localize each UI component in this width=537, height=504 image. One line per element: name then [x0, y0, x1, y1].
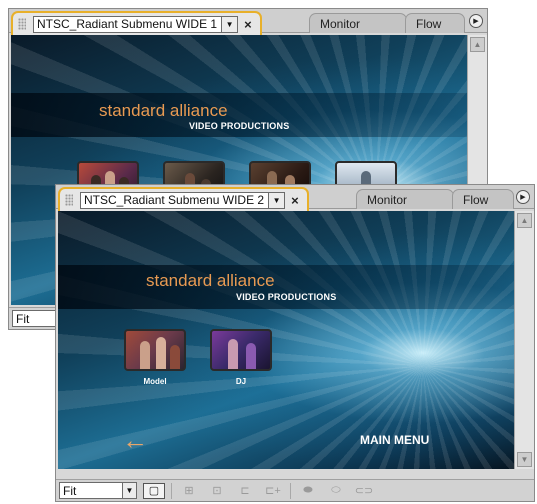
viewer-toolbar: Fit ▼ ▢ ⊞ ⊡ ⊏ ⊏+ ⬬ ⬭ ⊂⊃ — [56, 479, 534, 501]
vertical-scrollbar[interactable]: ▲ ▼ — [514, 211, 534, 469]
add-button-icon[interactable]: ⊏+ — [262, 483, 284, 499]
back-arrow-icon[interactable]: ← — [122, 425, 148, 456]
close-icon[interactable]: × — [291, 193, 299, 208]
tab-flow[interactable]: Flow — [405, 13, 465, 33]
scroll-up-icon[interactable]: ▲ — [470, 37, 485, 52]
scroll-down-icon[interactable]: ▼ — [517, 452, 532, 467]
show-layers-icon[interactable]: ⊡ — [206, 483, 228, 499]
button-routing-icon[interactable]: ⊏ — [234, 483, 256, 499]
brand-title: standard alliance — [146, 271, 275, 290]
tab-menu-wide-2[interactable]: NTSC_Radiant Submenu WIDE 2 ▼ × — [58, 187, 309, 211]
subpicture-normal-icon[interactable]: ⬬ — [297, 483, 319, 499]
tab-bar: NTSC_Radiant Submenu WIDE 1 ▼ × Monitor … — [9, 9, 487, 35]
menu-selector-value: NTSC_Radiant Submenu WIDE 1 — [37, 17, 218, 31]
menu-button-model[interactable] — [124, 329, 186, 371]
zoom-dropdown[interactable]: Fit ▼ — [59, 482, 137, 499]
zoom-value: Fit — [63, 483, 77, 498]
drag-grip-icon[interactable] — [18, 18, 26, 30]
tab-monitor[interactable]: Monitor — [356, 189, 454, 209]
menu-button-dj[interactable] — [210, 329, 272, 371]
subpicture-activated-icon[interactable]: ⊂⊃ — [353, 483, 375, 499]
panel-menu-icon[interactable]: ▶ — [516, 190, 530, 204]
brand-subtitle: VIDEO PRODUCTIONS — [236, 292, 337, 302]
drag-grip-icon[interactable] — [65, 194, 73, 206]
menu-button-label: Model — [143, 377, 167, 386]
menu-selector-value: NTSC_Radiant Submenu WIDE 2 — [84, 193, 265, 207]
menu-selector[interactable]: NTSC_Radiant Submenu WIDE 1 ▼ — [33, 15, 239, 33]
title-band — [58, 265, 514, 309]
brand-subtitle: VIDEO PRODUCTIONS — [189, 121, 290, 131]
tab-bar: NTSC_Radiant Submenu WIDE 2 ▼ × Monitor … — [56, 185, 534, 211]
brand-title: standard alliance — [99, 101, 228, 120]
menu-preview: standard alliance VIDEO PRODUCTIONS Mode… — [58, 211, 514, 469]
tab-monitor[interactable]: Monitor — [309, 13, 407, 33]
composition-panel-front: NTSC_Radiant Submenu WIDE 2 ▼ × Monitor … — [55, 184, 535, 502]
safe-area-toggle-icon[interactable]: ▢ — [143, 482, 165, 499]
chevron-down-icon[interactable]: ▼ — [221, 16, 238, 32]
menu-selector[interactable]: NTSC_Radiant Submenu WIDE 2 ▼ — [80, 191, 286, 209]
chevron-down-icon[interactable]: ▼ — [268, 192, 285, 208]
tab-menu-wide-1[interactable]: NTSC_Radiant Submenu WIDE 1 ▼ × — [11, 11, 262, 35]
subpicture-selected-icon[interactable]: ⬭ — [325, 483, 347, 499]
scroll-up-icon[interactable]: ▲ — [517, 213, 532, 228]
menu-button-label: DJ — [235, 377, 247, 386]
tab-flow[interactable]: Flow — [452, 189, 514, 209]
chevron-down-icon[interactable]: ▼ — [122, 483, 136, 498]
panel-menu-icon[interactable]: ▶ — [469, 14, 483, 28]
close-icon[interactable]: × — [244, 17, 252, 32]
main-menu-button[interactable]: MAIN MENU — [360, 433, 429, 447]
show-grid-icon[interactable]: ⊞ — [178, 483, 200, 499]
